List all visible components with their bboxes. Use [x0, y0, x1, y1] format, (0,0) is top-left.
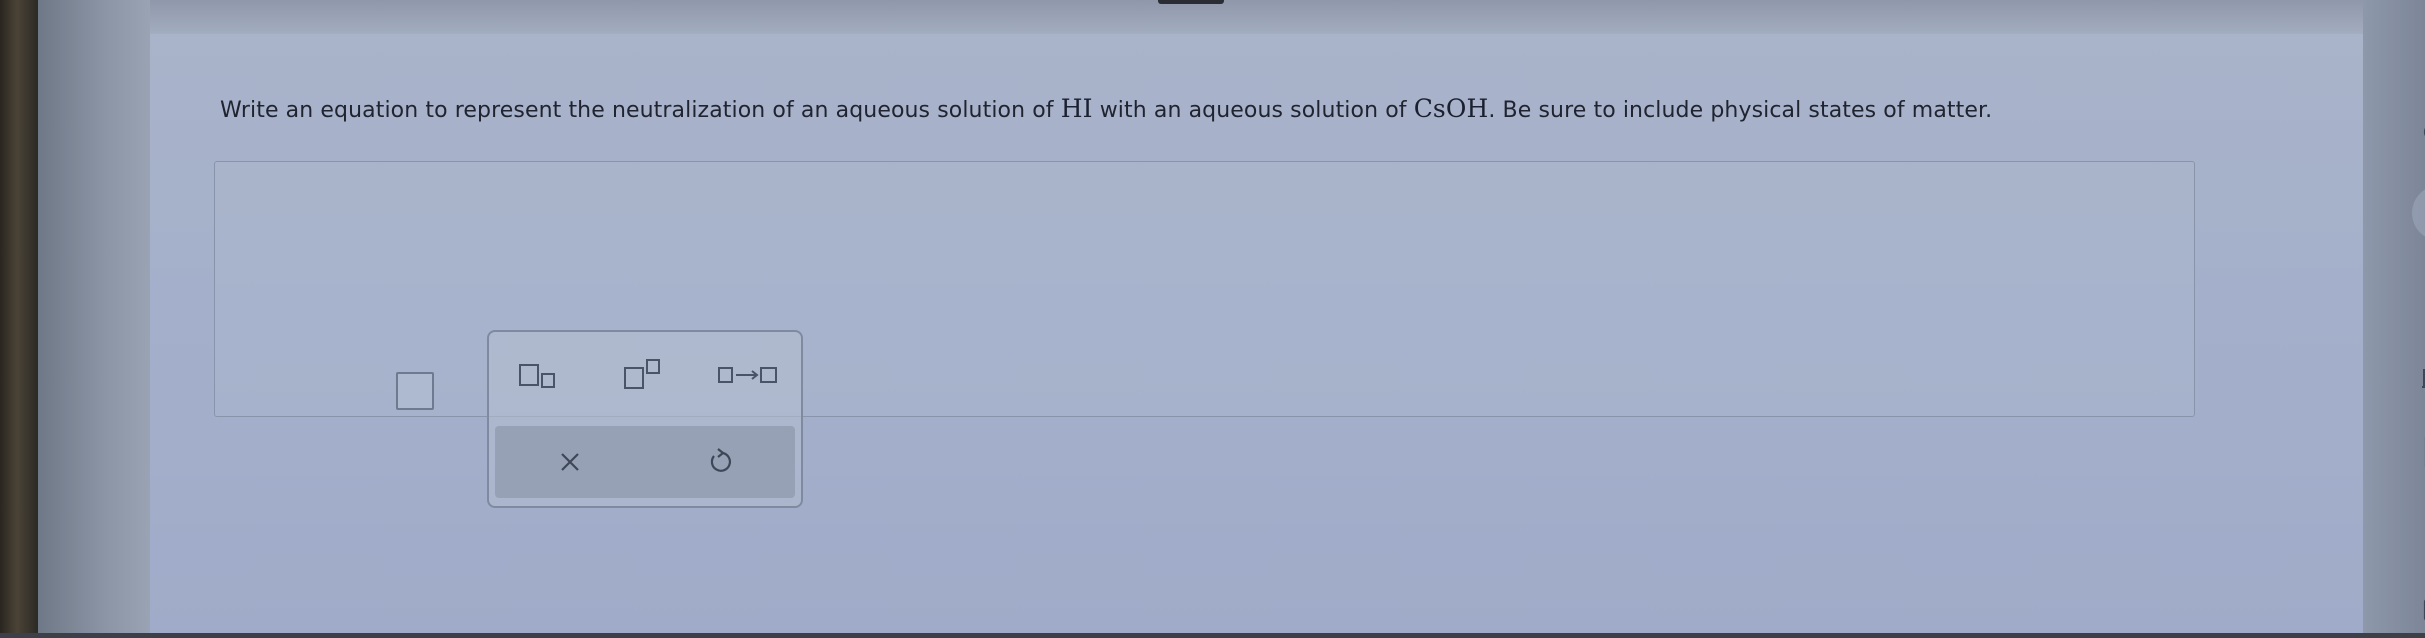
clear-button[interactable] — [495, 426, 645, 498]
superscript-button[interactable] — [594, 332, 694, 418]
close-icon — [561, 453, 579, 471]
infinity-icon — [2423, 128, 2425, 136]
answer-input-slot[interactable] — [396, 372, 434, 410]
prompt-text-1: Write an equation to represent the neutr… — [220, 98, 1061, 123]
reaction-arrow-button[interactable] — [699, 332, 799, 418]
prompt-text-2: with an aqueous solution of — [1092, 98, 1414, 123]
subscript-button[interactable] — [489, 332, 589, 418]
tag-icon — [2421, 194, 2425, 232]
bar-chart-icon — [2422, 369, 2425, 388]
question-page: Write an equation to represent the neutr… — [150, 34, 2425, 633]
mail-icon — [2423, 599, 2425, 621]
superscript-icon — [624, 359, 660, 389]
palette-actions — [495, 426, 795, 498]
acid-formula: HI — [1060, 94, 1093, 123]
prompt-text-3: . Be sure to include physical states of … — [1488, 98, 1993, 123]
undo-button[interactable] — [645, 426, 795, 498]
left-margin — [38, 0, 150, 633]
top-bar — [150, 0, 2363, 34]
answer-area[interactable] — [214, 161, 2195, 508]
equation-palette — [487, 330, 803, 508]
base-formula: CsOH — [1413, 94, 1489, 123]
question-prompt: Write an equation to represent the neutr… — [220, 94, 1992, 123]
top-notch — [1158, 0, 1224, 4]
undo-icon — [710, 448, 732, 472]
reaction-arrow-icon — [718, 367, 777, 383]
subscript-icon — [519, 364, 555, 388]
device-bezel — [0, 0, 38, 633]
